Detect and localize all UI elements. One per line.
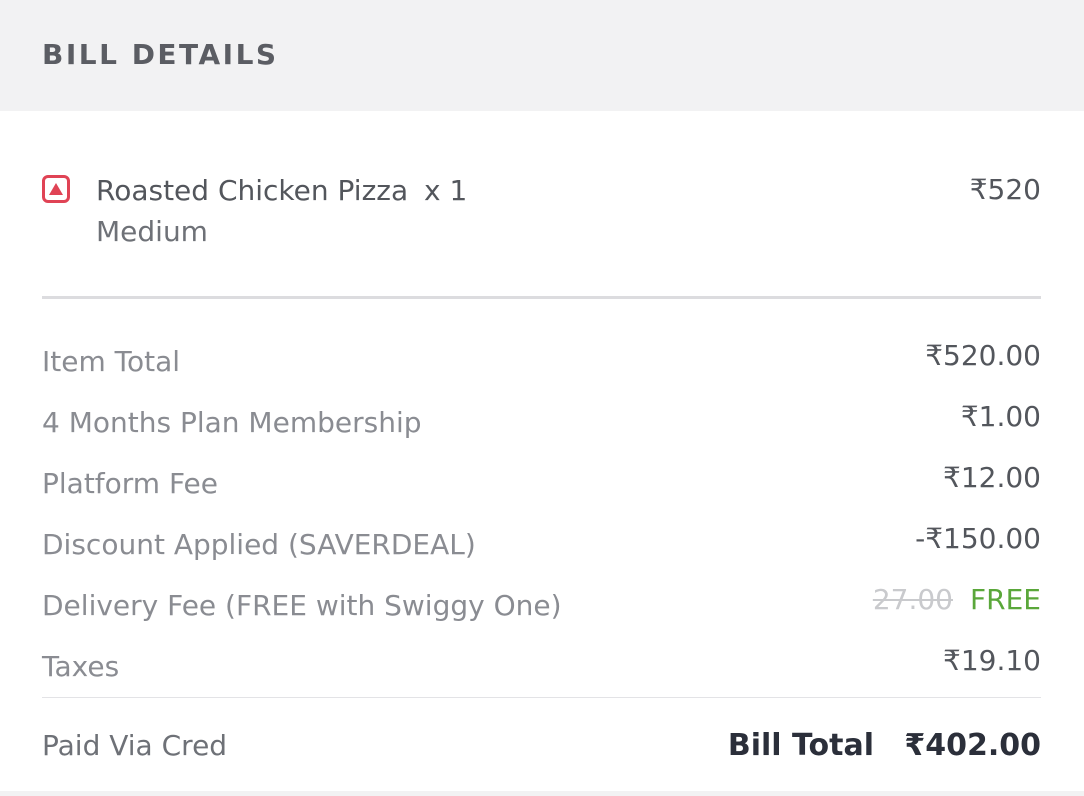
- charge-row-taxes: Taxes ₹19.10: [0, 639, 1084, 700]
- divider: [42, 296, 1041, 299]
- payment-method: Paid Via Cred: [42, 729, 228, 762]
- bottom-divider: [0, 791, 1084, 796]
- order-item-row: Roasted Chicken Pizza x 1 Medium ₹520: [0, 160, 1084, 270]
- original-delivery-fee: 27.00: [872, 583, 953, 616]
- charge-label: Item Total: [42, 345, 181, 378]
- non-veg-icon: [42, 175, 70, 203]
- charge-value: ₹19.10: [943, 644, 1041, 677]
- charge-value: ₹12.00: [943, 461, 1041, 494]
- charge-label: Delivery Fee (FREE with Swiggy One): [42, 589, 562, 622]
- free-badge: FREE: [970, 583, 1041, 616]
- charge-row-item-total: Item Total ₹520.00: [0, 334, 1084, 395]
- divider: [42, 697, 1041, 698]
- section-title: BILL DETAILS: [42, 38, 279, 71]
- charge-value: ₹1.00: [960, 400, 1041, 433]
- charge-row-delivery-fee: Delivery Fee (FREE with Swiggy One) 27.0…: [0, 578, 1084, 639]
- charge-row-discount: Discount Applied (SAVERDEAL) -₹150.00: [0, 517, 1084, 578]
- bill-total-row: Paid Via Cred Bill Total ₹402.00: [0, 710, 1084, 782]
- bill-total-label: Bill Total: [727, 728, 874, 763]
- charge-value: -₹150.00: [915, 522, 1041, 555]
- item-quantity: x 1: [424, 174, 468, 207]
- charge-row-membership: 4 Months Plan Membership ₹1.00: [0, 395, 1084, 456]
- item-name: Roasted Chicken Pizza: [96, 174, 409, 207]
- charge-label: 4 Months Plan Membership: [42, 406, 422, 439]
- bill-total-value: ₹402.00: [904, 728, 1041, 763]
- charge-label: Platform Fee: [42, 467, 219, 500]
- charge-label: Taxes: [42, 650, 120, 683]
- bill-details-header: BILL DETAILS: [0, 0, 1084, 111]
- item-variant: Medium: [96, 215, 208, 248]
- item-price: ₹520: [969, 173, 1041, 206]
- charge-row-platform-fee: Platform Fee ₹12.00: [0, 456, 1084, 517]
- charge-label: Discount Applied (SAVERDEAL): [42, 528, 476, 561]
- charge-value: ₹520.00: [925, 339, 1041, 372]
